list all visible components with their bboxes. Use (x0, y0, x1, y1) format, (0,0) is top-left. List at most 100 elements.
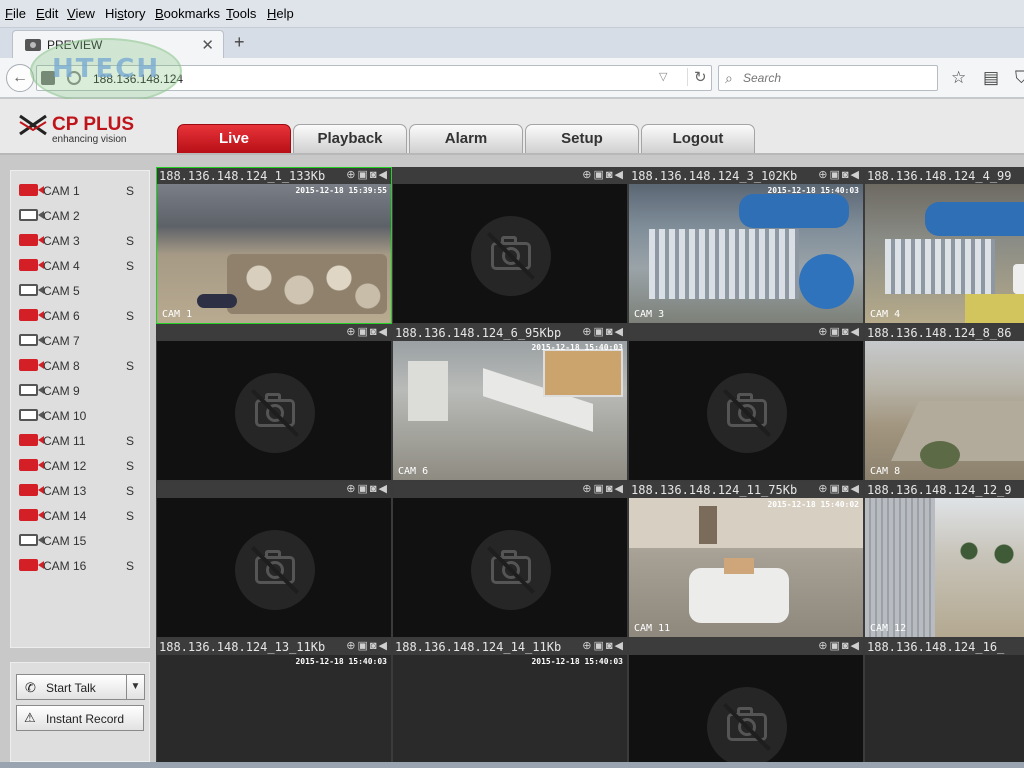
cell-toolbar[interactable]: ⊕▣◙◀ (579, 325, 625, 340)
video-cell[interactable]: 188.136.148.124_4_99⊕▣◙◀ CAM 4 (864, 167, 1024, 324)
cell-toolbar[interactable]: ⊕▣◙◀ (815, 482, 861, 497)
cell-toolbar[interactable]: ⊕▣◙◀ (815, 639, 861, 654)
shield-icon[interactable]: ⛉ (1015, 68, 1024, 88)
snapshot-icon[interactable]: ◙ (842, 326, 851, 338)
audio-icon[interactable]: ◀ (615, 169, 625, 181)
audio-icon[interactable]: ◀ (851, 169, 861, 181)
snapshot-icon[interactable]: ◙ (842, 640, 851, 652)
start-talk-button[interactable]: ✆ Start Talk (16, 674, 126, 700)
video-cell[interactable]: 188.136.148.124_8_86⊕▣◙◀2015-1CAM 8 (864, 324, 1024, 481)
zoom-icon[interactable]: ⊕ (818, 640, 829, 652)
video-cell[interactable]: 188.136.148.124_13_11Kb ⊕▣◙◀ 2015-12-18 15… (156, 638, 392, 768)
search-box[interactable]: ⌕ (718, 65, 938, 91)
zoom-icon[interactable]: ⊕ (582, 640, 593, 652)
camera-list-item[interactable]: CAM 13 S (11, 479, 151, 503)
camera-list-item[interactable]: CAM 7 (11, 329, 151, 353)
camera-list-item[interactable]: CAM 8 S (11, 354, 151, 378)
camera-list-item[interactable]: CAM 14 S (11, 504, 151, 528)
camera-list-item[interactable]: CAM 10 (11, 404, 151, 428)
camera-list-item[interactable]: CAM 11 S (11, 429, 151, 453)
search-input[interactable] (743, 70, 923, 86)
menu-tools[interactable]: Tools (226, 6, 256, 21)
audio-icon[interactable]: ◀ (851, 640, 861, 652)
audio-icon[interactable]: ◀ (379, 169, 389, 181)
video-cell[interactable]: 188.136.148.124_16_⊕▣◙◀2015-1 (864, 638, 1024, 768)
camera-list-item[interactable]: CAM 16 S (11, 554, 151, 578)
snapshot-icon[interactable]: ◙ (370, 326, 379, 338)
record-icon[interactable]: ▣ (593, 483, 605, 495)
record-icon[interactable]: ▣ (829, 483, 841, 495)
tab-setup[interactable]: Setup (525, 124, 639, 153)
zoom-icon[interactable]: ⊕ (346, 326, 357, 338)
record-icon[interactable]: ▣ (593, 640, 605, 652)
video-cell[interactable]: 188.136.148.124_11_75Kb ⊕▣◙◀ 2015-12-18 15… (628, 481, 864, 638)
camera-list-item[interactable]: CAM 6 S (11, 304, 151, 328)
tab-alarm[interactable]: Alarm (409, 124, 523, 153)
video-cell[interactable]: ⊕▣◙◀ (392, 167, 628, 324)
video-cell[interactable]: ⊕▣◙◀ (156, 481, 392, 638)
camera-list-item[interactable]: CAM 9 (11, 379, 151, 403)
cell-toolbar[interactable]: ⊕▣◙◀ (343, 482, 389, 497)
zoom-icon[interactable]: ⊕ (582, 483, 593, 495)
tab-logout[interactable]: Logout (641, 124, 755, 153)
audio-icon[interactable]: ◀ (851, 326, 861, 338)
zoom-icon[interactable]: ⊕ (346, 483, 357, 495)
menu-bookmarks[interactable]: Bookmarks (155, 6, 220, 21)
video-cell[interactable]: 188.136.148.124_3_102Kb ⊕▣◙◀ 2015-12-18 15… (628, 167, 864, 324)
menu-history[interactable]: History (105, 6, 145, 21)
snapshot-icon[interactable]: ◙ (842, 483, 851, 495)
record-icon[interactable]: ▣ (829, 326, 841, 338)
reload-icon[interactable]: ↻ (687, 68, 707, 86)
reading-list-icon[interactable]: ▤ (983, 68, 999, 88)
cell-toolbar[interactable]: ⊕▣◙◀ (343, 325, 389, 340)
camera-list-item[interactable]: CAM 15 (11, 529, 151, 553)
snapshot-icon[interactable]: ◙ (606, 326, 615, 338)
cell-toolbar[interactable]: ⊕▣◙◀ (343, 639, 389, 654)
video-cell[interactable]: 188.136.148.124_6_95Kbp ⊕▣◙◀ 2015-12-18 15… (392, 324, 628, 481)
audio-icon[interactable]: ◀ (615, 640, 625, 652)
tab-live[interactable]: Live (177, 124, 291, 153)
audio-icon[interactable]: ◀ (379, 326, 389, 338)
video-cell[interactable]: ⊕▣◙◀ (628, 324, 864, 481)
record-icon[interactable]: ▣ (593, 326, 605, 338)
video-cell[interactable]: ⊕▣◙◀ (628, 638, 864, 768)
zoom-icon[interactable]: ⊕ (582, 326, 593, 338)
record-icon[interactable]: ▣ (357, 169, 369, 181)
zoom-icon[interactable]: ⊕ (818, 169, 829, 181)
camera-list-item[interactable]: CAM 12 S (11, 454, 151, 478)
tab-playback[interactable]: Playback (293, 124, 407, 153)
audio-icon[interactable]: ◀ (379, 640, 389, 652)
menu-help[interactable]: Help (267, 6, 294, 21)
camera-list-item[interactable]: CAM 1 S (11, 179, 151, 203)
camera-list-item[interactable]: CAM 4 S (11, 254, 151, 278)
zoom-icon[interactable]: ⊕ (818, 326, 829, 338)
video-cell[interactable]: 188.136.148.124_12_9⊕▣◙◀ CAM 12 (864, 481, 1024, 638)
cell-toolbar[interactable]: ⊕▣◙◀ (579, 482, 625, 497)
record-icon[interactable]: ▣ (357, 483, 369, 495)
camera-list-item[interactable]: CAM 2 (11, 204, 151, 228)
bookmark-star-icon[interactable]: ☆ (951, 68, 966, 88)
record-icon[interactable]: ▣ (593, 169, 605, 181)
zoom-icon[interactable]: ⊕ (818, 483, 829, 495)
menu-view[interactable]: View (67, 6, 95, 21)
new-tab-icon[interactable]: + (234, 32, 245, 53)
cell-toolbar[interactable]: ⊕▣◙◀ (579, 168, 625, 183)
video-cell[interactable]: 188.136.148.124_1_133Kb ⊕▣◙◀ 2015-12-18 15… (156, 167, 392, 324)
snapshot-icon[interactable]: ◙ (606, 640, 615, 652)
zoom-icon[interactable]: ⊕ (346, 640, 357, 652)
audio-icon[interactable]: ◀ (851, 483, 861, 495)
snapshot-icon[interactable]: ◙ (370, 483, 379, 495)
record-icon[interactable]: ▣ (357, 326, 369, 338)
cell-toolbar[interactable]: ⊕▣◙◀ (579, 639, 625, 654)
audio-icon[interactable]: ◀ (379, 483, 389, 495)
url-dropdown-icon[interactable]: ▽ (659, 70, 667, 83)
record-icon[interactable]: ▣ (829, 169, 841, 181)
audio-icon[interactable]: ◀ (615, 483, 625, 495)
snapshot-icon[interactable]: ◙ (370, 169, 379, 181)
close-tab-icon[interactable]: ✕ (201, 36, 214, 54)
talk-dropdown-button[interactable]: ▼ (126, 674, 145, 700)
instant-record-button[interactable]: ⚠ Instant Record (16, 705, 144, 731)
menu-file[interactable]: File (5, 6, 26, 21)
snapshot-icon[interactable]: ◙ (606, 169, 615, 181)
camera-list-item[interactable]: CAM 5 (11, 279, 151, 303)
